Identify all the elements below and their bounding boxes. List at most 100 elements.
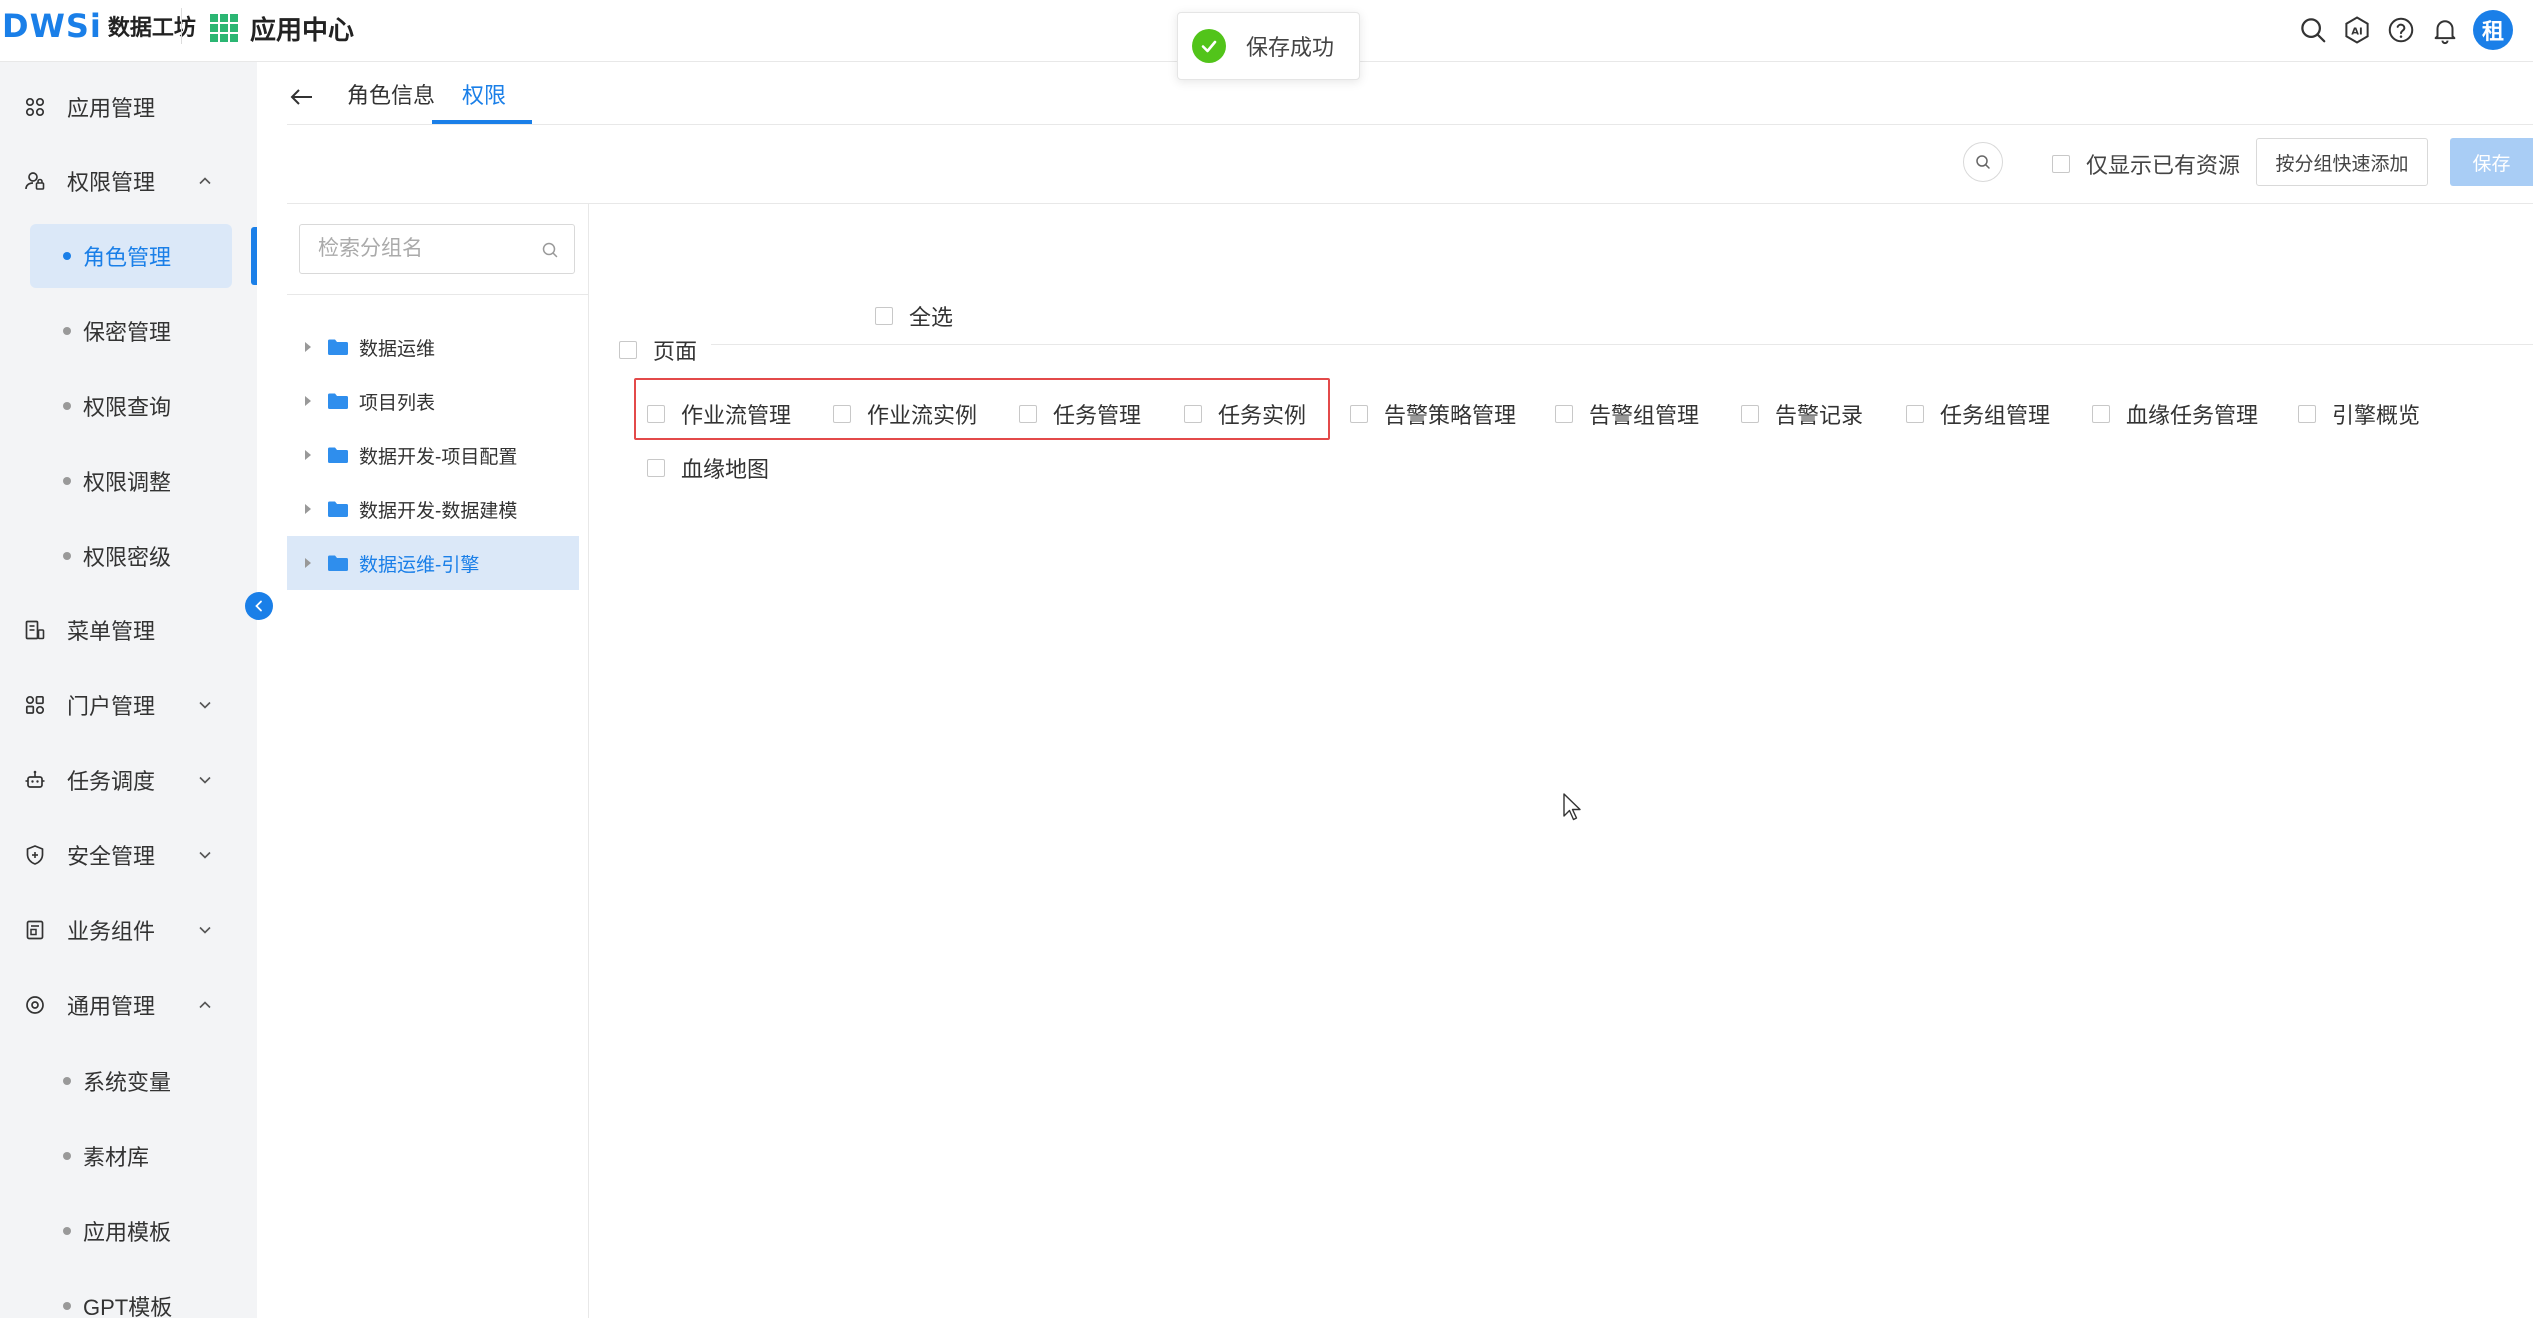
folder-icon <box>328 339 348 355</box>
perm-label: 作业流管理 <box>681 403 792 428</box>
perm-item-task-group[interactable]: 任务组管理 <box>1906 398 2050 430</box>
tree-node[interactable]: 数据开发-项目配置 <box>287 428 579 482</box>
sidebar-item-system-variables[interactable]: 系统变量 <box>30 1049 232 1113</box>
perm-label: 血缘任务管理 <box>2126 403 2259 428</box>
bullet-dot <box>63 477 71 485</box>
perm-label: 引擎概览 <box>2332 403 2421 428</box>
perm-item-task-instance[interactable]: 任务实例 <box>1184 398 1306 430</box>
sidebar-item-gpt-templates[interactable]: GPT模板 <box>30 1274 232 1318</box>
perm-checkbox[interactable] <box>1906 405 1924 423</box>
perm-item-workflow-management[interactable]: 作业流管理 <box>647 398 791 430</box>
section-pages-checkbox[interactable] <box>619 341 637 359</box>
logo-text: 数据工坊 <box>107 15 196 40</box>
perm-item-lineage-map[interactable]: 血缘地图 <box>647 452 769 484</box>
header-actions: AI 租 <box>2291 10 2513 50</box>
tab-role-info[interactable]: 角色信息 <box>347 78 435 110</box>
sidebar-item-asset-library[interactable]: 素材库 <box>30 1124 232 1188</box>
sidebar-item-label: 权限查询 <box>83 395 172 420</box>
resource-search-button[interactable] <box>1963 142 2003 182</box>
sidebar-item-permission-query[interactable]: 权限查询 <box>30 374 232 438</box>
sidebar-item-app-templates[interactable]: 应用模板 <box>30 1199 232 1263</box>
search-icon[interactable] <box>540 240 560 260</box>
mouse-cursor-icon <box>1563 793 1581 821</box>
perm-label: 告警记录 <box>1775 403 1864 428</box>
sidebar-item-label: 业务组件 <box>67 919 156 944</box>
sidebar-item-menu-management[interactable]: 菜单管理 <box>0 595 257 665</box>
caret-right-icon[interactable] <box>305 558 311 568</box>
perm-checkbox[interactable] <box>1555 405 1573 423</box>
group-search-input[interactable] <box>316 236 540 262</box>
toast-message: 保存成功 <box>1177 12 1360 80</box>
sidebar-item-secrecy-management[interactable]: 保密管理 <box>30 299 232 363</box>
bullet-dot <box>63 1077 71 1085</box>
sidebar-item-permission-management[interactable]: 权限管理 <box>0 146 257 216</box>
caret-right-icon[interactable] <box>305 450 311 460</box>
avatar[interactable]: 租 <box>2473 10 2513 50</box>
only-existing-label: 仅显示已有资源 <box>2086 153 2241 178</box>
ai-icon[interactable]: AI <box>2335 10 2379 50</box>
only-existing-toggle[interactable]: 仅显示已有资源 <box>2052 148 2240 180</box>
perm-checkbox[interactable] <box>833 405 851 423</box>
chevron-up-icon <box>199 1001 211 1009</box>
quick-add-by-group-button[interactable]: 按分组快速添加 <box>2256 138 2428 186</box>
perm-item-engine-overview[interactable]: 引擎概览 <box>2298 398 2420 430</box>
tree-node-label: 数据开发-数据建模 <box>359 500 518 522</box>
section-pages[interactable]: 页面 <box>619 334 697 366</box>
sidebar-item-permission-adjust[interactable]: 权限调整 <box>30 449 232 513</box>
perm-checkbox[interactable] <box>2092 405 2110 423</box>
sidebar-item-label: GPT模板 <box>83 1295 173 1318</box>
perm-item-task-management[interactable]: 任务管理 <box>1019 398 1141 430</box>
bullet-dot <box>63 327 71 335</box>
bell-icon[interactable] <box>2423 10 2467 50</box>
perm-item-alert-records[interactable]: 告警记录 <box>1741 398 1863 430</box>
tree-node[interactable]: 项目列表 <box>287 374 579 428</box>
bullet-dot <box>63 1227 71 1235</box>
perm-checkbox[interactable] <box>647 459 665 477</box>
tree-node-active[interactable]: 数据运维-引擎 <box>287 536 579 590</box>
chevron-down-icon <box>199 851 211 859</box>
perm-item-alert-strategy[interactable]: 告警策略管理 <box>1350 398 1516 430</box>
search-icon[interactable] <box>2291 10 2335 50</box>
sidebar-item-app-management[interactable]: 应用管理 <box>0 72 257 142</box>
app-center-link[interactable]: 应用中心 <box>210 8 354 48</box>
perm-checkbox[interactable] <box>1184 405 1202 423</box>
chevron-down-icon <box>199 776 211 784</box>
perm-checkbox[interactable] <box>1019 405 1037 423</box>
sidebar-item-business-components[interactable]: 业务组件 <box>0 895 257 965</box>
caret-right-icon[interactable] <box>305 396 311 406</box>
component-icon <box>22 917 48 943</box>
tree-node[interactable]: 数据开发-数据建模 <box>287 482 579 536</box>
sidebar-item-label: 应用管理 <box>67 96 156 121</box>
sidebar-item-portal-management[interactable]: 门户管理 <box>0 670 257 740</box>
perm-checkbox[interactable] <box>2298 405 2316 423</box>
help-icon[interactable] <box>2379 10 2423 50</box>
perm-item-alert-group[interactable]: 告警组管理 <box>1555 398 1699 430</box>
tree-node[interactable]: 数据运维 <box>287 320 579 374</box>
perm-item-workflow-instance[interactable]: 作业流实例 <box>833 398 977 430</box>
sidebar-item-task-scheduling[interactable]: 任务调度 <box>0 745 257 815</box>
group-tree-pane: 数据运维 项目列表 数据开发-项目配置 数据开发-数据建模 数据运维-引擎 <box>287 204 589 1318</box>
tree-node-label: 数据运维-引擎 <box>359 554 480 576</box>
search-icon <box>1976 155 1990 169</box>
perm-checkbox[interactable] <box>1350 405 1368 423</box>
caret-right-icon[interactable] <box>305 342 311 352</box>
perm-checkbox[interactable] <box>647 405 665 423</box>
save-button[interactable]: 保存 <box>2450 138 2533 186</box>
sidebar-item-security-management[interactable]: 安全管理 <box>0 820 257 890</box>
sidebar-item-label: 安全管理 <box>67 844 156 869</box>
tab-permissions[interactable]: 权限 <box>462 78 506 110</box>
sidebar-item-label: 权限管理 <box>67 170 156 195</box>
sidebar-collapse-button[interactable] <box>245 592 273 620</box>
perm-item-lineage-task[interactable]: 血缘任务管理 <box>2092 398 2258 430</box>
only-existing-checkbox[interactable] <box>2052 155 2070 173</box>
perm-label: 告警策略管理 <box>1384 403 1517 428</box>
perm-checkbox[interactable] <box>1741 405 1759 423</box>
back-arrow-icon[interactable] <box>287 82 317 112</box>
sidebar-item-label: 角色管理 <box>83 245 172 270</box>
caret-right-icon[interactable] <box>305 504 311 514</box>
sidebar-item-permission-level[interactable]: 权限密级 <box>30 524 232 588</box>
sidebar-item-role-management[interactable]: 角色管理 <box>30 224 232 288</box>
logo[interactable]: DWSi 数据工坊 <box>2 6 196 46</box>
folder-icon <box>328 393 348 409</box>
sidebar-item-general-management[interactable]: 通用管理 <box>0 970 257 1040</box>
